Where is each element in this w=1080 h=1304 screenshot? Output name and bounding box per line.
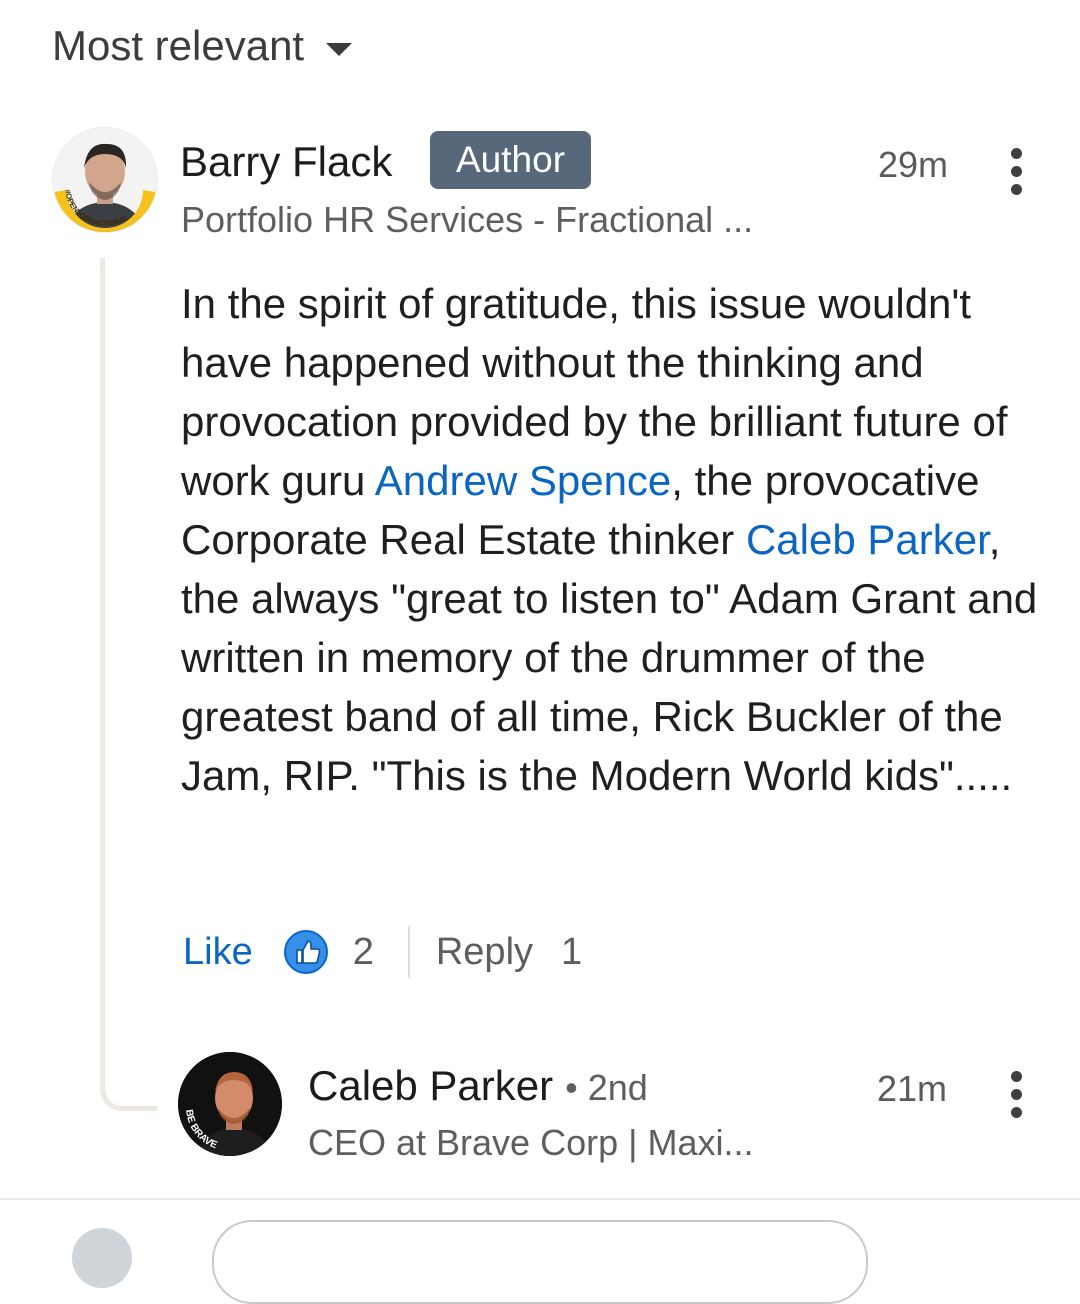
more-options-icon[interactable] <box>1009 1071 1023 1118</box>
section-divider <box>0 1198 1080 1200</box>
comment-time: 21m <box>877 1068 948 1109</box>
thread-connector <box>100 258 157 1111</box>
barry-flack-avatar-image: #OPENTOFRACTIONAL <box>53 128 157 232</box>
sort-label: Most relevant <box>52 22 305 69</box>
sort-dropdown[interactable]: Most relevant <box>52 22 353 70</box>
commenter-name[interactable]: Barry Flack <box>180 138 392 186</box>
comment-time: 29m <box>878 144 949 185</box>
reply-button[interactable]: Reply <box>436 931 533 974</box>
action-divider <box>407 926 410 978</box>
reply-count[interactable]: 1 <box>561 931 582 974</box>
caleb-parker-avatar-image: BE BRAVE <box>178 1052 282 1156</box>
like-count[interactable]: 2 <box>353 931 374 974</box>
comment-body: In the spirit of gratitude, this issue w… <box>181 274 1041 805</box>
author-badge: Author <box>430 131 592 189</box>
avatar <box>72 1228 132 1288</box>
connection-degree: • 2nd <box>565 1067 648 1108</box>
avatar[interactable]: #OPENTOFRACTIONAL <box>52 127 158 233</box>
comment-input[interactable] <box>212 1220 868 1304</box>
mention-andrew-spence[interactable]: Andrew Spence <box>375 457 672 504</box>
like-button[interactable]: Like <box>183 931 253 974</box>
chevron-down-icon <box>326 42 353 56</box>
thumbs-up-icon[interactable] <box>283 929 329 975</box>
more-options-icon[interactable] <box>1009 148 1023 195</box>
commenter-headline: CEO at Brave Corp | Maxi... <box>308 1122 754 1163</box>
commenter-headline: Portfolio HR Services - Fractional ... <box>181 199 754 240</box>
reply-header: Caleb Parker • 2nd <box>308 1062 648 1110</box>
avatar[interactable]: BE BRAVE <box>178 1052 282 1156</box>
commenter-name[interactable]: Caleb Parker <box>308 1062 553 1110</box>
comment-actions: Like 2 Reply 1 <box>183 922 582 982</box>
mention-caleb-parker[interactable]: Caleb Parker <box>746 516 989 563</box>
